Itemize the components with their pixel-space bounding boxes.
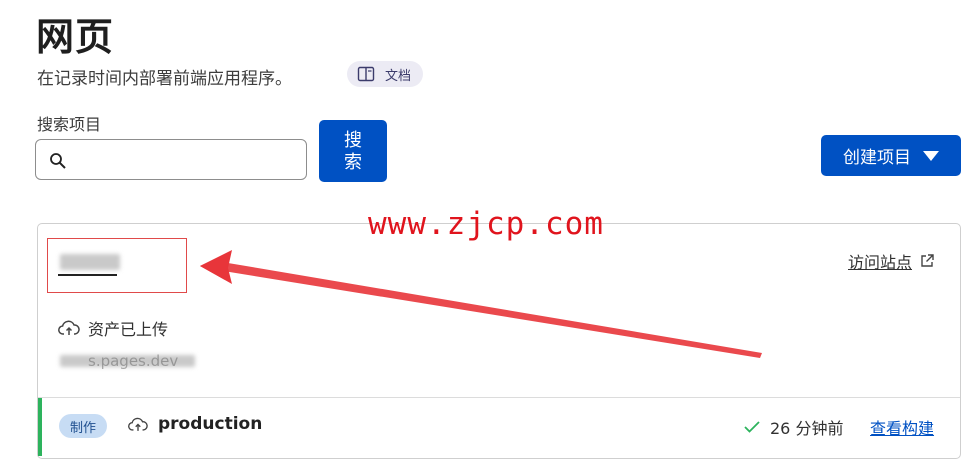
search-input[interactable] [72, 143, 304, 178]
visit-site-label: 访问站点 [848, 253, 913, 272]
deployment-status-bar [38, 398, 42, 456]
docs-book-icon [357, 66, 375, 82]
environment-badge: 制作 [59, 414, 107, 438]
caret-down-icon [923, 150, 939, 161]
cloud-upload-icon [58, 320, 80, 335]
page-subtitle: 在记录时间内部署前端应用程序。 [37, 69, 292, 89]
search-icon [50, 153, 66, 169]
cloud-upload-icon [128, 417, 148, 431]
search-button[interactable]: 搜索 [319, 120, 387, 182]
annotation-highlight-box [47, 238, 187, 293]
search-label: 搜索项目 [37, 115, 102, 134]
docs-link-label: 文档 [385, 68, 412, 84]
deployment-time-label: 26 分钟前 [770, 419, 844, 438]
create-project-button[interactable]: 创建项目 [821, 135, 961, 176]
watermark-text: www.zjcp.com [368, 206, 604, 242]
assets-status: 资产已上传 [58, 316, 168, 340]
deployment-branch: production [128, 414, 262, 434]
search-field [35, 139, 307, 180]
view-build-link[interactable]: 查看构建 [870, 415, 934, 439]
assets-status-label: 资产已上传 [88, 320, 169, 339]
checkmark-icon [744, 421, 760, 433]
branch-name: production [158, 414, 263, 434]
docs-link[interactable]: 文档 [347, 61, 424, 87]
external-link-icon [921, 254, 934, 267]
deployment-time: 26 分钟前 [744, 415, 843, 439]
card-divider [38, 397, 960, 398]
visit-site-link[interactable]: 访问站点 [848, 249, 934, 273]
create-project-label: 创建项目 [843, 148, 911, 168]
page-title: 网页 [36, 15, 115, 59]
project-url-fragment[interactable]: s.pages.dev [88, 352, 178, 370]
search-button-label: 搜索 [344, 130, 362, 172]
